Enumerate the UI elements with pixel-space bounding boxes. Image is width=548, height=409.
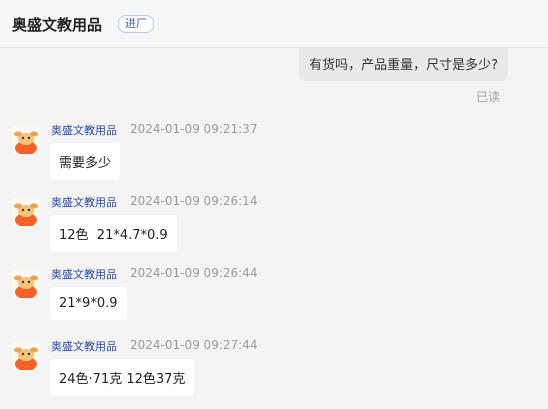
contact-name[interactable]: 奥盛文教用品 xyxy=(12,14,102,35)
message-bubble[interactable]: 需要多少 xyxy=(50,143,121,180)
chat-header: 奥盛文教用品 进厂 xyxy=(0,0,548,48)
avatar[interactable] xyxy=(12,342,40,370)
message-bubble[interactable]: 24色·71克 12色37克 xyxy=(50,359,195,396)
message-bubble[interactable]: 21*9*0.9 xyxy=(50,287,127,320)
avatar[interactable] xyxy=(12,198,40,226)
avatar[interactable] xyxy=(12,126,40,154)
mascot-avatar-icon xyxy=(12,270,40,298)
sender-name[interactable]: 奥盛文教用品 xyxy=(51,266,117,282)
contact-tag-badge: 进厂 xyxy=(118,15,154,33)
sender-name[interactable]: 奥盛文教用品 xyxy=(51,122,117,138)
message-timestamp: 2024-01-09 09:26:44 xyxy=(130,266,258,280)
sender-name[interactable]: 奥盛文教用品 xyxy=(51,338,117,354)
mascot-avatar-icon xyxy=(12,198,40,226)
outgoing-message-bubble[interactable]: 有货吗，产品重量，尺寸是多少? xyxy=(299,48,508,81)
message-timestamp: 2024-01-09 09:27:44 xyxy=(130,338,258,352)
avatar[interactable] xyxy=(12,270,40,298)
message-timestamp: 2024-01-09 09:21:37 xyxy=(130,122,258,136)
message-timestamp: 2024-01-09 09:26:14 xyxy=(130,194,258,208)
mascot-avatar-icon xyxy=(12,126,40,154)
chat-window: 奥盛文教用品 进厂 有货吗，产品重量，尺寸是多少? 已读 奥盛文教用品 2024… xyxy=(0,0,548,409)
mascot-avatar-icon xyxy=(12,342,40,370)
sender-name[interactable]: 奥盛文教用品 xyxy=(51,194,117,210)
read-status: 已读 xyxy=(475,90,500,104)
message-bubble[interactable]: 12色 21*4.7*0.9 xyxy=(50,215,177,252)
